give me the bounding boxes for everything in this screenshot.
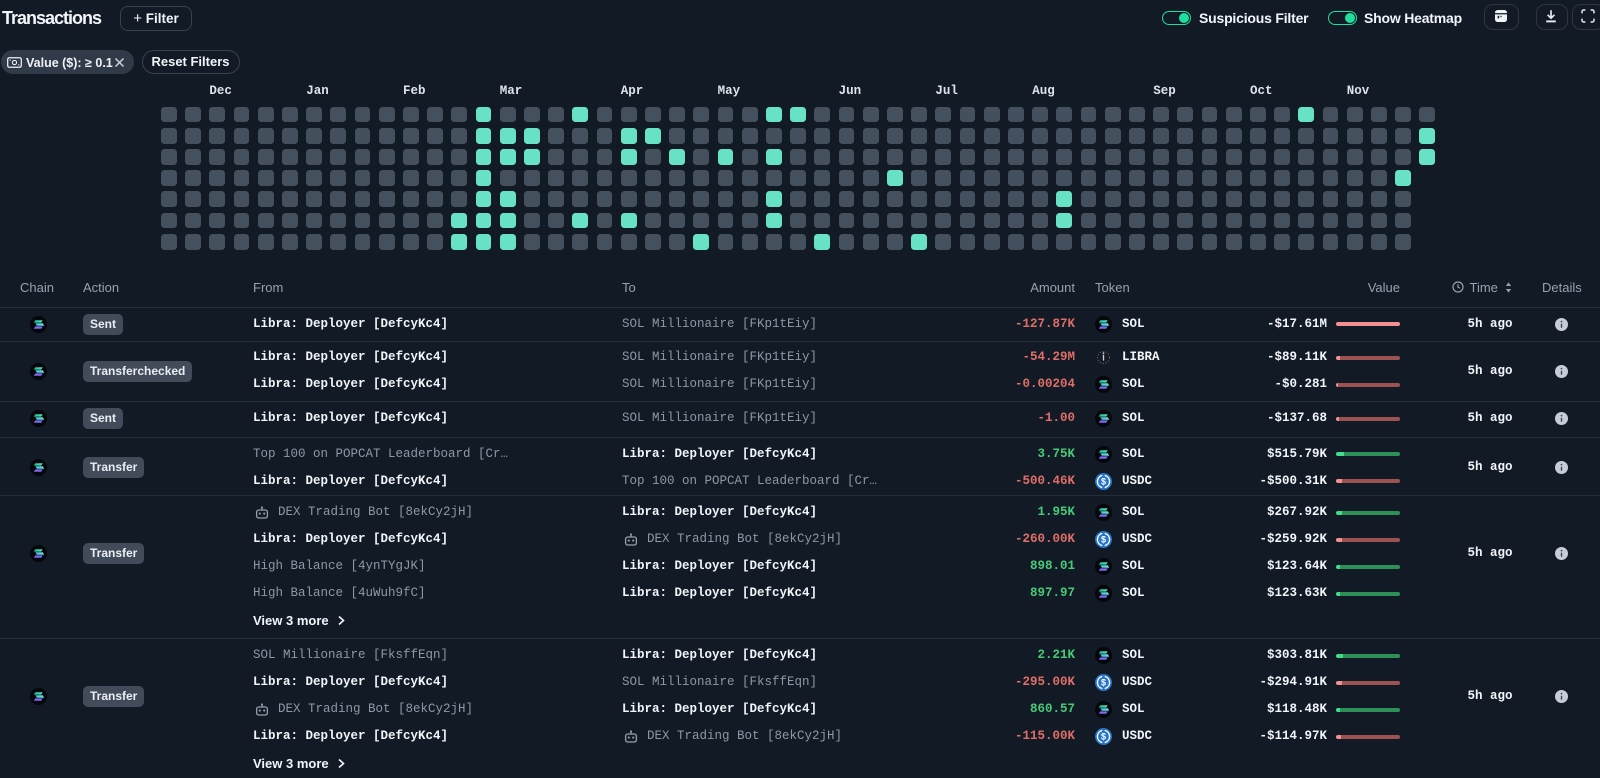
svg-text:$: $ [1101, 535, 1106, 545]
svg-text:$: $ [1101, 732, 1106, 742]
svg-text:$: $ [1101, 678, 1106, 688]
svg-text:$: $ [1101, 476, 1106, 486]
